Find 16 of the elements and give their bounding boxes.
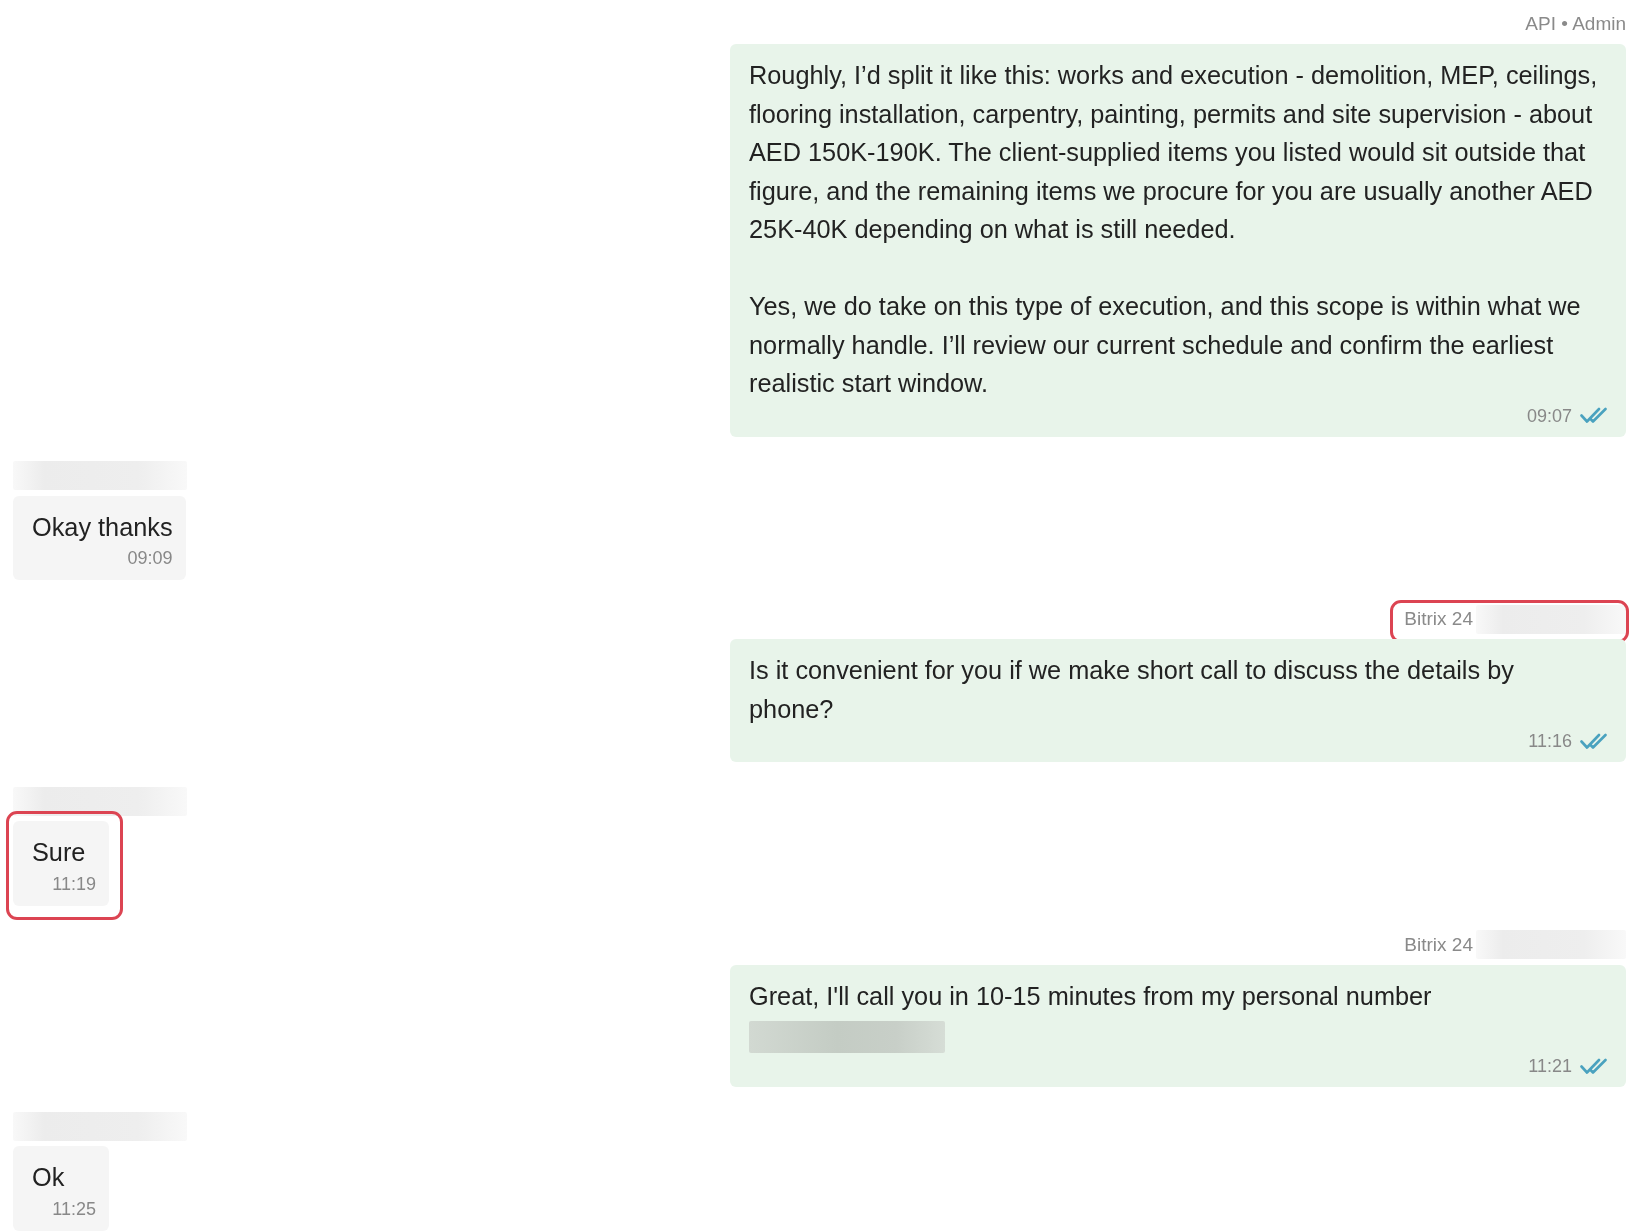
sender-name: Bitrix 24 — [1404, 932, 1473, 957]
message-text: Is it convenient for you if we make short call to discuss the details by phone? — [749, 655, 1515, 725]
sender-name: Bitrix 24 — [1404, 607, 1473, 631]
message-text: Roughly, I’d split it like this: works and execution - demolition, MEP, ceilings, flooring installation, carpentry, painting, permits and site supervision - about AED 150K-190K. The client-supplied items you listed would sit outside that figure, and the remaining items we procure for you are usually another AED 25K-40K depending on what is still needed. — [749, 60, 1599, 245]
message-text: Sure — [32, 837, 87, 868]
message-text: Okay thanks — [32, 511, 173, 543]
sender-name: API • Admin — [1525, 12, 1626, 36]
message-time: 09:07 — [1526, 404, 1572, 428]
message-time: 11:19 — [52, 872, 96, 896]
message-text: Yes, we do take on this type of execution, and this scope is within what we normally handle. I’ll review our current schedule and confirm the earliest realistic start window. — [749, 291, 1582, 399]
message-text: Great, I'll call you in 10-15 minutes from my personal number — [749, 980, 1433, 1012]
message-time: 11:25 — [52, 1197, 96, 1221]
message-text: Ok — [32, 1162, 66, 1193]
message-time: 11:16 — [1528, 730, 1572, 753]
message-time: 09:09 — [127, 547, 173, 570]
message-time: 11:21 — [1528, 1055, 1572, 1078]
